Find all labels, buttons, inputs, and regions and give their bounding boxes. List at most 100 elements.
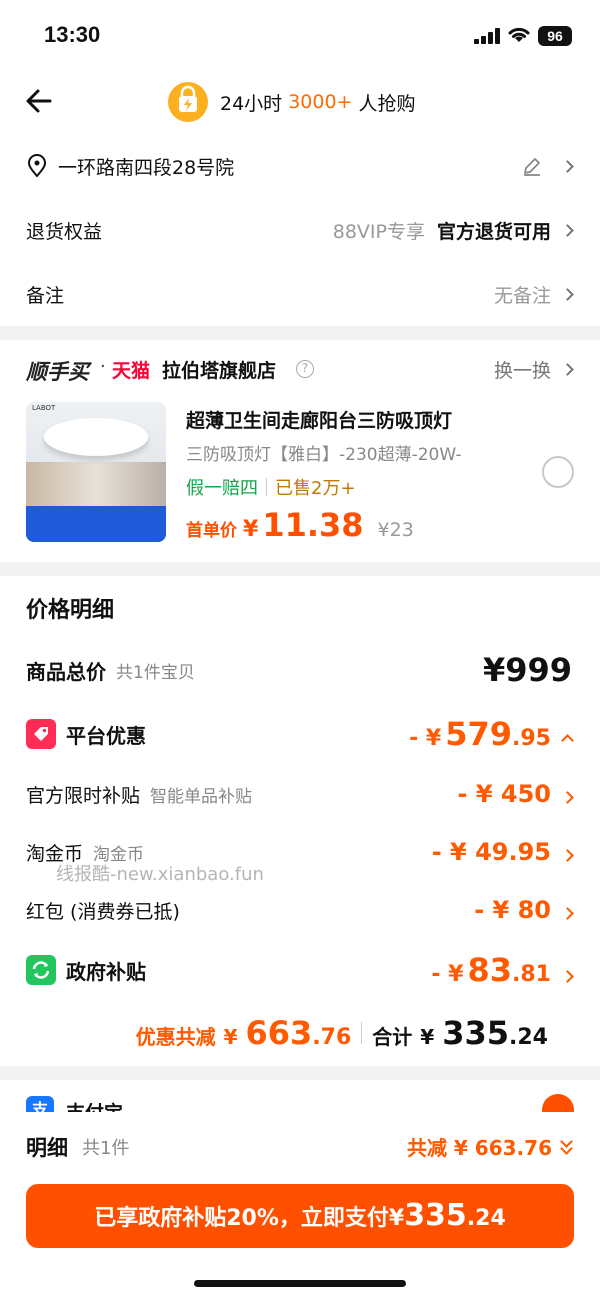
discount-total-dec: .76 — [312, 1025, 352, 1050]
double-chevron-down-icon — [560, 1134, 574, 1156]
official-subsidy-label: 官方限时补贴 — [26, 784, 141, 807]
price-currency: ¥ — [243, 517, 259, 542]
discount-total-prefix: ¥ — [223, 1025, 238, 1049]
taojinbi-value: - ¥ 49.95 — [431, 838, 551, 866]
brand-separator: · — [100, 356, 106, 377]
edit-pencil-icon[interactable] — [521, 155, 543, 177]
gov-subsidy-row[interactable]: 政府补贴 - ¥ 83 .81 — [0, 942, 600, 998]
help-circle-icon[interactable]: ? — [296, 360, 314, 378]
grand-total-prefix: ¥ — [420, 1025, 435, 1049]
address-row[interactable]: 一环路南四段28号院 — [0, 134, 600, 198]
price-summary: 优惠共减 ¥ 663 .76 合计 ¥ 335 .24 — [0, 1008, 600, 1062]
detail-label[interactable]: 明细 — [26, 1132, 68, 1162]
nav-bar: 24小时 3000+ 人抢购 — [0, 72, 600, 132]
discount-total-label: 优惠共减 — [135, 1025, 216, 1049]
detail-count: 共1件 — [82, 1138, 130, 1159]
pay-button-text: 已享政府补贴20%，立即支付 — [94, 1206, 389, 1231]
wifi-icon — [508, 27, 530, 42]
note-label: 备注 — [26, 284, 65, 307]
swap-label: 换一换 — [493, 360, 551, 382]
pay-button-dec: .24 — [466, 1206, 506, 1231]
pay-button[interactable]: 已享政府补贴20%，立即支付 ¥ 335 .24 — [26, 1184, 574, 1248]
total-price-row: 商品总价 共1件宝贝 ¥999 — [0, 642, 600, 698]
return-rights-label: 退货权益 — [26, 220, 103, 243]
discount-total-int: 663 — [245, 1014, 313, 1052]
section-divider — [0, 326, 600, 340]
product-sku[interactable]: 三防吸顶灯【雅白】-230超薄-20W- — [186, 440, 462, 465]
platform-discount-int: 579 — [445, 715, 513, 753]
swap-button[interactable]: 换一换 — [493, 356, 574, 383]
discount-summary-text: 共减 ¥ 663.76 — [406, 1136, 552, 1160]
status-time: 13:30 — [44, 22, 101, 47]
hot-prefix: 24小时 — [220, 92, 283, 115]
chevron-right-icon — [561, 363, 574, 376]
counterfeit-guarantee-tag: 假一赔四 — [186, 478, 258, 499]
sales-count-tag: 已售2万+ — [275, 478, 356, 499]
chevron-up-icon — [561, 734, 574, 747]
brand-shunshou: 顺手买 — [26, 360, 89, 384]
note-row[interactable]: 备注 无备注 — [0, 262, 600, 326]
chevron-right-icon — [561, 159, 574, 173]
thumbnail-logo: LABOT — [32, 404, 56, 412]
brand-tmall: 天猫 — [112, 360, 151, 382]
redpacket-value: - ¥ 80 — [474, 896, 551, 924]
platform-discount-prefix: - ¥ — [409, 726, 442, 751]
official-subsidy-value: - ¥ 450 — [457, 780, 551, 808]
gov-subsidy-label: 政府补贴 — [66, 959, 146, 984]
grand-total-dec: .24 — [509, 1025, 548, 1050]
discount-summary-toggle[interactable]: 共减 ¥ 663.76 — [407, 1132, 574, 1161]
shop-name[interactable]: 拉伯塔旗舰店 — [162, 356, 276, 383]
home-indicator[interactable] — [194, 1280, 406, 1287]
platform-discount-label: 平台优惠 — [66, 723, 146, 748]
hot-sale-banner: 24小时 3000+ 人抢购 — [168, 80, 415, 124]
chevron-right-icon — [561, 970, 574, 983]
back-arrow-icon[interactable] — [22, 84, 56, 118]
battery-indicator: 96 — [538, 26, 572, 46]
section-divider — [0, 1066, 600, 1080]
grand-total-int: 335 — [442, 1014, 510, 1052]
product-select-radio[interactable] — [542, 456, 574, 488]
product-tags: 假一赔四 已售2万+ — [186, 474, 356, 500]
platform-discount-dec: .95 — [512, 726, 551, 751]
chevron-right-icon — [561, 907, 574, 920]
cellular-signal-icon — [474, 28, 500, 44]
shop-header: 顺手买 · 天猫 拉伯塔旗舰店 ? 换一换 — [0, 340, 600, 398]
original-price: ¥23 — [377, 519, 414, 541]
chevron-right-icon — [561, 223, 574, 237]
chevron-right-icon — [561, 791, 574, 804]
official-subsidy-sub: 智能单品补贴 — [150, 786, 253, 807]
pay-button-currency: ¥ — [388, 1206, 405, 1231]
total-price-label: 商品总价 — [26, 659, 106, 684]
vip-badge-text: 88VIP专享 — [332, 220, 425, 243]
return-rights-row[interactable]: 退货权益 88VIP专享 官方退货可用 — [0, 198, 600, 262]
chevron-right-icon — [561, 849, 574, 862]
grand-total-label: 合计 — [372, 1025, 413, 1049]
gov-subsidy-prefix: - ¥ — [431, 962, 464, 987]
gov-subsidy-dec: .81 — [512, 962, 551, 987]
status-bar: 13:30 96 — [0, 0, 600, 70]
product-price: 首单价 ¥ 11.38 ¥23 — [186, 506, 414, 544]
redpacket-label: 红包 (消费券已抵) — [26, 900, 180, 923]
price-value: 11.38 — [262, 506, 364, 544]
first-order-label: 首单价 — [186, 521, 237, 541]
spec-panel — [26, 506, 166, 542]
address-text: 一环路南四段28号院 — [58, 156, 235, 179]
product-title[interactable]: 超薄卫生间走廊阳台三防吸顶灯 — [186, 406, 452, 433]
location-pin-icon — [27, 154, 47, 178]
total-price-sub: 共1件宝贝 — [116, 662, 195, 683]
redpacket-row[interactable]: 红包 (消费券已抵) - ¥ 80 — [0, 882, 600, 938]
bottom-bar: 明细 共1件 共减 ¥ 663.76 已享政府补贴20%，立即支付 ¥ 335 … — [0, 1112, 600, 1298]
pay-button-int: 335 — [404, 1198, 467, 1233]
lamp-image — [44, 418, 148, 456]
chevron-right-icon — [561, 287, 574, 301]
official-subsidy-row[interactable]: 官方限时补贴 智能单品补贴 - ¥ 450 — [0, 766, 600, 822]
return-rights-value: 官方退货可用 — [436, 220, 551, 243]
product-thumbnail[interactable]: LABOT — [26, 402, 166, 542]
government-subsidy-icon — [26, 955, 56, 985]
section-divider — [0, 562, 600, 576]
platform-discount-row[interactable]: 平台优惠 - ¥ 579 .95 — [0, 706, 600, 762]
gov-subsidy-int: 83 — [467, 951, 513, 989]
price-detail-title: 价格明细 — [26, 598, 115, 623]
hot-count: 3000+ — [288, 91, 353, 113]
note-value: 无备注 — [493, 284, 551, 307]
